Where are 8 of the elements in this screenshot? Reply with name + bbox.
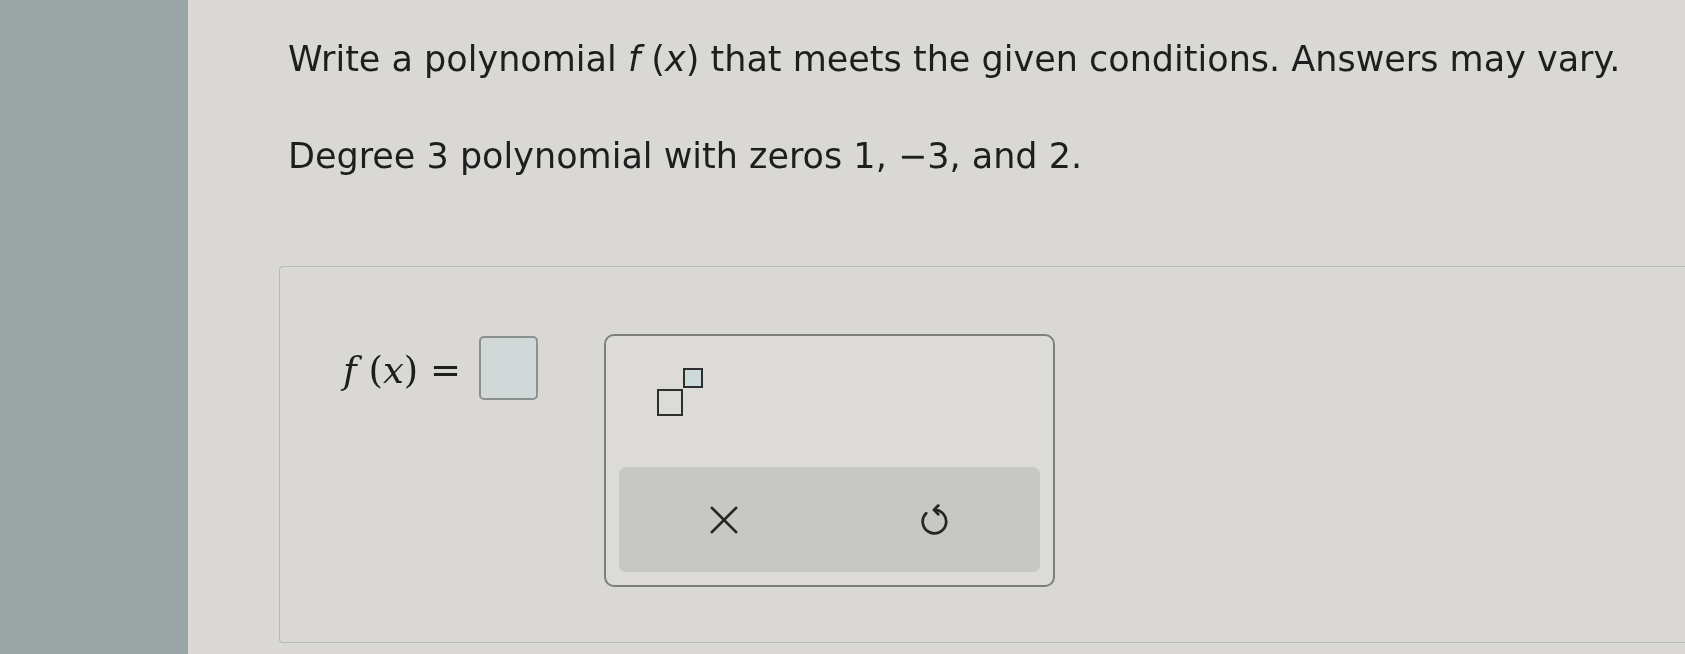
exponent-template-icon (657, 368, 703, 416)
clear-button[interactable] (710, 505, 739, 534)
problem-text: Degree 3 polynomial with zeros 1, −3, and 2. (288, 135, 1083, 177)
instructions-text: Write a polynomial f (x) that meets the given conditions. Answers may vary. (288, 38, 1621, 80)
undo-icon (921, 504, 949, 535)
undo-button[interactable] (921, 504, 949, 535)
exponent-template-button[interactable] (657, 368, 703, 418)
close-icon (710, 505, 739, 534)
